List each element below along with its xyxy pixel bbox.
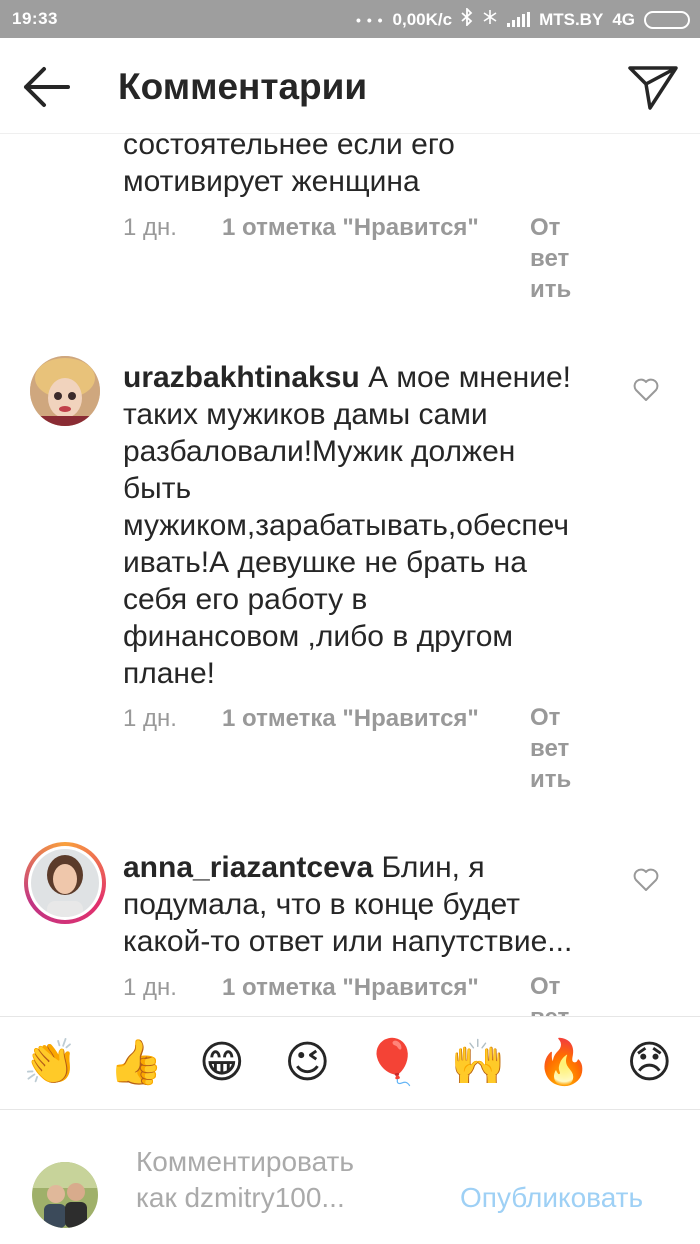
comment-composer: Комментировать как dzmitry100... Опублик… bbox=[0, 1110, 700, 1244]
comment-line: мужиком,зарабатывать,обеспеч bbox=[123, 509, 569, 542]
avatar-image bbox=[30, 356, 100, 426]
heart-icon bbox=[633, 378, 659, 401]
comment-line: таких мужиков дамы сами bbox=[123, 398, 488, 431]
share-button[interactable] bbox=[626, 60, 682, 114]
status-dots: • • • bbox=[356, 11, 384, 28]
emoji-disappointed-button[interactable]: 😞 bbox=[621, 1035, 677, 1091]
comment-line: А мое мнение! bbox=[368, 361, 571, 394]
reply-line: вет bbox=[530, 1002, 580, 1016]
reply-button[interactable]: От вет bbox=[530, 971, 580, 1016]
reply-line: От bbox=[530, 704, 561, 731]
avatar-story-ring[interactable] bbox=[24, 842, 106, 924]
status-time: 19:33 bbox=[12, 9, 58, 28]
publish-button[interactable]: Опубликовать bbox=[460, 1182, 643, 1214]
avatar[interactable] bbox=[30, 356, 100, 426]
emoji-balloon-button[interactable]: 🎈 bbox=[365, 1035, 421, 1091]
likes-count-button[interactable]: 1 отметка "Нравится" bbox=[222, 214, 479, 242]
avatar bbox=[28, 846, 102, 920]
paper-plane-icon bbox=[628, 66, 678, 110]
emoji-wink-button[interactable]: 😉 bbox=[279, 1035, 335, 1091]
reply-line: От bbox=[530, 214, 561, 241]
vibrate-icon bbox=[482, 8, 498, 31]
signal-icon bbox=[507, 12, 531, 27]
reply-line: вет bbox=[530, 245, 570, 272]
comment-username[interactable]: urazbakhtinaksu bbox=[123, 361, 360, 394]
status-network: 4G bbox=[612, 9, 635, 29]
comment-text: anna_riazantceva Блин, я подумала, что в… bbox=[123, 849, 613, 960]
comment-line: состоятельнее если его bbox=[123, 134, 455, 161]
placeholder-line: как dzmitry100... bbox=[136, 1182, 345, 1213]
header: Комментарии bbox=[0, 38, 700, 134]
avatar-image bbox=[31, 849, 99, 917]
emoji-thumbs-up-button[interactable]: 👍 bbox=[108, 1035, 164, 1091]
emoji-clap-button[interactable]: 👏 bbox=[23, 1035, 79, 1091]
comment-username[interactable]: anna_riazantceva bbox=[123, 851, 373, 884]
comment-line: себя его работу в bbox=[123, 583, 368, 616]
comments-list[interactable]: состоятельнее если его мотивирует женщин… bbox=[0, 134, 700, 1016]
avatar-image bbox=[32, 1162, 98, 1228]
like-comment-button[interactable] bbox=[633, 378, 659, 402]
current-user-avatar bbox=[32, 1162, 98, 1228]
emoji-bar: 👏 👍 😁 😉 🎈 🙌 🔥 😞 bbox=[0, 1016, 700, 1110]
status-carrier: MTS.BY bbox=[539, 9, 604, 29]
emoji-fire-button[interactable]: 🔥 bbox=[536, 1035, 592, 1091]
reply-button[interactable]: От вет ить bbox=[530, 212, 580, 305]
likes-count-button[interactable]: 1 отметка "Нравится" bbox=[222, 974, 479, 1002]
comment-line: мотивирует женщина bbox=[123, 165, 420, 198]
page-title: Комментарии bbox=[118, 66, 368, 107]
comment-line: разбаловали!Мужик должен bbox=[123, 435, 516, 468]
comment-time: 1 дн. bbox=[123, 974, 177, 1001]
reply-line: От bbox=[530, 973, 561, 1000]
comment-text: urazbakhtinaksu А мое мнение! таких мужи… bbox=[123, 359, 613, 692]
comment-line: Блин, я bbox=[381, 851, 485, 884]
likes-count-button[interactable]: 1 отметка "Нравится" bbox=[222, 705, 479, 733]
comment-time: 1 дн. bbox=[123, 214, 177, 241]
comment-line: финансовом ,либо в другом bbox=[123, 620, 514, 653]
comment-time: 1 дн. bbox=[123, 705, 177, 732]
emoji-grin-button[interactable]: 😁 bbox=[194, 1035, 250, 1091]
comment-text: состоятельнее если его мотивирует женщин… bbox=[123, 134, 643, 200]
like-comment-button[interactable] bbox=[633, 868, 659, 892]
heart-icon bbox=[633, 868, 659, 891]
status-right: • • • 0,00K/c MTS.BY 4G bbox=[356, 6, 690, 31]
status-net-speed: 0,00K/c bbox=[392, 9, 453, 29]
bluetooth-icon bbox=[461, 6, 473, 31]
reply-line: ить bbox=[530, 276, 572, 303]
status-bar: 19:33 • • • 0,00K/c MTS.BY 4G bbox=[0, 0, 700, 38]
comment-line: подумала, что в конце будет bbox=[123, 888, 520, 921]
back-button[interactable] bbox=[18, 62, 74, 112]
comment-line: быть bbox=[123, 472, 192, 505]
emoji-raised-hands-button[interactable]: 🙌 bbox=[450, 1035, 506, 1091]
reply-button[interactable]: От вет ить bbox=[530, 702, 580, 795]
battery-icon bbox=[644, 10, 690, 29]
reply-line: ить bbox=[530, 766, 572, 793]
reply-line: вет bbox=[530, 735, 570, 762]
placeholder-line: Комментировать bbox=[136, 1146, 354, 1177]
comment-line: какой-то ответ или напутствие... bbox=[123, 925, 573, 958]
comment-line: ивать!А девушке не брать на bbox=[123, 546, 527, 579]
comment-input[interactable]: Комментировать как dzmitry100... bbox=[136, 1144, 436, 1216]
arrow-left-icon bbox=[24, 67, 70, 107]
comment-line: плане! bbox=[123, 657, 216, 690]
